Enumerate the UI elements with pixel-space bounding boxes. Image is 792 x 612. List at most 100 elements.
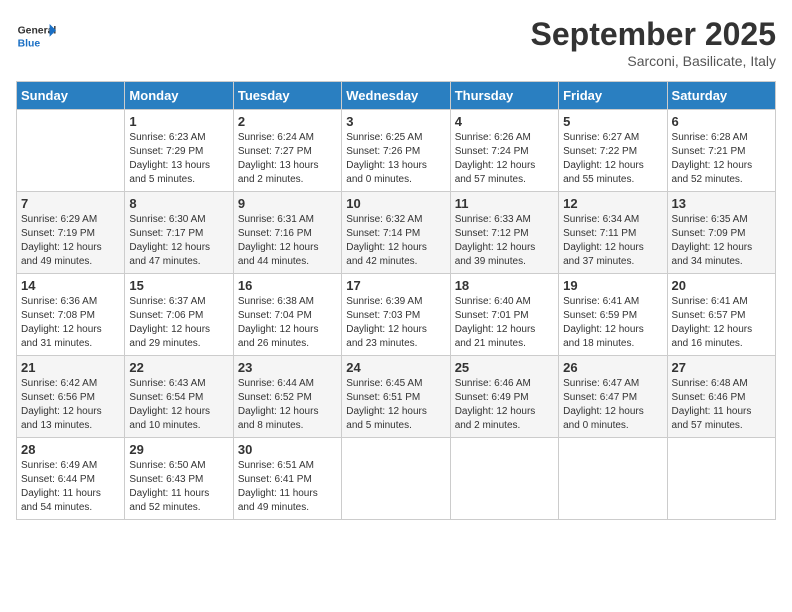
day-info: Sunrise: 6:39 AM Sunset: 7:03 PM Dayligh…: [346, 295, 445, 351]
calendar-cell: 28 Sunrise: 6:49 AM Sunset: 6:44 PM Dayli…: [17, 438, 125, 520]
day-info: Sunrise: 6:50 AM Sunset: 6:43 PM Dayligh…: [129, 459, 228, 515]
day-number: 19: [563, 278, 662, 293]
day-info: Sunrise: 6:37 AM Sunset: 7:06 PM Dayligh…: [129, 295, 228, 351]
calendar-cell: 19Sunrise: 6:41 AM Sunset: 6:59 PM Dayli…: [559, 274, 667, 356]
day-info: Sunrise: 6:45 AM Sunset: 6:51 PM Dayligh…: [346, 377, 445, 433]
day-number: 8: [129, 196, 228, 211]
day-info: Sunrise: 6:49 AM Sunset: 6:44 PM Dayligh…: [21, 459, 120, 515]
day-info: Sunrise: 6:33 AM Sunset: 7:12 PM Dayligh…: [455, 213, 554, 269]
calendar-cell: [559, 438, 667, 520]
day-info: Sunrise: 6:23 AM Sunset: 7:29 PM Dayligh…: [129, 131, 228, 187]
day-info: Sunrise: 6:28 AM Sunset: 7:21 PM Dayligh…: [672, 131, 771, 187]
day-number: 4: [455, 114, 554, 129]
logo-icon: General Blue: [16, 16, 56, 56]
day-info: Sunrise: 6:42 AM Sunset: 6:56 PM Dayligh…: [21, 377, 120, 433]
day-info: Sunrise: 6:29 AM Sunset: 7:19 PM Dayligh…: [21, 213, 120, 269]
calendar-week-row: 14 Sunrise: 6:36 AM Sunset: 7:08 PM Dayli…: [17, 274, 776, 356]
day-number: 22: [129, 360, 228, 375]
day-number: 3: [346, 114, 445, 129]
day-info: Sunrise: 6:25 AM Sunset: 7:26 PM Dayligh…: [346, 131, 445, 187]
day-info: Sunrise: 6:48 AM Sunset: 6:46 PM Dayligh…: [672, 377, 771, 433]
calendar-cell: 5 Sunrise: 6:27 AM Sunset: 7:22 PM Daylig…: [559, 110, 667, 192]
calendar-cell: 15 Sunrise: 6:37 AM Sunset: 7:06 PM Dayli…: [125, 274, 233, 356]
day-number: 15: [129, 278, 228, 293]
header: General Blue September 2025 Sarconi, Bas…: [16, 16, 776, 69]
calendar-cell: 12Sunrise: 6:34 AM Sunset: 7:11 PM Dayli…: [559, 192, 667, 274]
day-info: Sunrise: 6:27 AM Sunset: 7:22 PM Dayligh…: [563, 131, 662, 187]
day-number: 2: [238, 114, 337, 129]
calendar-cell: 7 Sunrise: 6:29 AM Sunset: 7:19 PM Daylig…: [17, 192, 125, 274]
calendar-cell: 23 Sunrise: 6:44 AM Sunset: 6:52 PM Dayli…: [233, 356, 341, 438]
day-info: Sunrise: 6:31 AM Sunset: 7:16 PM Dayligh…: [238, 213, 337, 269]
day-info: Sunrise: 6:32 AM Sunset: 7:14 PM Dayligh…: [346, 213, 445, 269]
day-info: Sunrise: 6:26 AM Sunset: 7:24 PM Dayligh…: [455, 131, 554, 187]
day-info: Sunrise: 6:47 AM Sunset: 6:47 PM Dayligh…: [563, 377, 662, 433]
calendar-cell: 2 Sunrise: 6:24 AM Sunset: 7:27 PM Daylig…: [233, 110, 341, 192]
calendar-cell: 4 Sunrise: 6:26 AM Sunset: 7:24 PM Daylig…: [450, 110, 558, 192]
day-number: 27: [672, 360, 771, 375]
calendar-cell: 21 Sunrise: 6:42 AM Sunset: 6:56 PM Dayli…: [17, 356, 125, 438]
day-number: 10: [346, 196, 445, 211]
day-number: 14: [21, 278, 120, 293]
day-number: 13: [672, 196, 771, 211]
day-info: Sunrise: 6:43 AM Sunset: 6:54 PM Dayligh…: [129, 377, 228, 433]
svg-text:Blue: Blue: [18, 38, 41, 49]
calendar-cell: 30 Sunrise: 6:51 AM Sunset: 6:41 PM Dayli…: [233, 438, 341, 520]
calendar-cell: 3 Sunrise: 6:25 AM Sunset: 7:26 PM Daylig…: [342, 110, 450, 192]
day-number: 5: [563, 114, 662, 129]
calendar-header-row: SundayMondayTuesdayWednesdayThursdayFrid…: [17, 82, 776, 110]
day-info: Sunrise: 6:36 AM Sunset: 7:08 PM Dayligh…: [21, 295, 120, 351]
calendar-cell: 22 Sunrise: 6:43 AM Sunset: 6:54 PM Dayli…: [125, 356, 233, 438]
day-number: 1: [129, 114, 228, 129]
day-number: 16: [238, 278, 337, 293]
calendar-cell: 11 Sunrise: 6:33 AM Sunset: 7:12 PM Dayli…: [450, 192, 558, 274]
calendar-cell: 8Sunrise: 6:30 AM Sunset: 7:17 PM Daylig…: [125, 192, 233, 274]
calendar-cell: 16Sunrise: 6:38 AM Sunset: 7:04 PM Dayli…: [233, 274, 341, 356]
day-number: 20: [672, 278, 771, 293]
day-number: 12: [563, 196, 662, 211]
day-number: 25: [455, 360, 554, 375]
calendar-cell: [667, 438, 775, 520]
day-number: 28: [21, 442, 120, 457]
col-header-wednesday: Wednesday: [342, 82, 450, 110]
calendar-cell: [17, 110, 125, 192]
calendar-week-row: 28 Sunrise: 6:49 AM Sunset: 6:44 PM Dayli…: [17, 438, 776, 520]
calendar-cell: 17 Sunrise: 6:39 AM Sunset: 7:03 PM Dayli…: [342, 274, 450, 356]
calendar-week-row: 1 Sunrise: 6:23 AM Sunset: 7:29 PM Daylig…: [17, 110, 776, 192]
col-header-thursday: Thursday: [450, 82, 558, 110]
calendar-cell: 27 Sunrise: 6:48 AM Sunset: 6:46 PM Dayli…: [667, 356, 775, 438]
col-header-tuesday: Tuesday: [233, 82, 341, 110]
calendar-cell: 18Sunrise: 6:40 AM Sunset: 7:01 PM Dayli…: [450, 274, 558, 356]
day-number: 24: [346, 360, 445, 375]
day-info: Sunrise: 6:40 AM Sunset: 7:01 PM Dayligh…: [455, 295, 554, 351]
day-info: Sunrise: 6:51 AM Sunset: 6:41 PM Dayligh…: [238, 459, 337, 515]
title-block: September 2025 Sarconi, Basilicate, Ital…: [531, 16, 776, 69]
month-title: September 2025: [531, 16, 776, 53]
calendar-week-row: 7 Sunrise: 6:29 AM Sunset: 7:19 PM Daylig…: [17, 192, 776, 274]
day-info: Sunrise: 6:35 AM Sunset: 7:09 PM Dayligh…: [672, 213, 771, 269]
day-number: 6: [672, 114, 771, 129]
day-info: Sunrise: 6:44 AM Sunset: 6:52 PM Dayligh…: [238, 377, 337, 433]
calendar-week-row: 21 Sunrise: 6:42 AM Sunset: 6:56 PM Dayli…: [17, 356, 776, 438]
day-number: 11: [455, 196, 554, 211]
day-number: 23: [238, 360, 337, 375]
calendar-cell: 26 Sunrise: 6:47 AM Sunset: 6:47 PM Dayli…: [559, 356, 667, 438]
calendar-table: SundayMondayTuesdayWednesdayThursdayFrid…: [16, 81, 776, 520]
calendar-cell: 25 Sunrise: 6:46 AM Sunset: 6:49 PM Dayli…: [450, 356, 558, 438]
calendar-cell: 24 Sunrise: 6:45 AM Sunset: 6:51 PM Dayli…: [342, 356, 450, 438]
day-number: 29: [129, 442, 228, 457]
col-header-sunday: Sunday: [17, 82, 125, 110]
day-number: 21: [21, 360, 120, 375]
calendar-cell: 20Sunrise: 6:41 AM Sunset: 6:57 PM Dayli…: [667, 274, 775, 356]
day-number: 7: [21, 196, 120, 211]
day-number: 17: [346, 278, 445, 293]
day-number: 26: [563, 360, 662, 375]
day-info: Sunrise: 6:46 AM Sunset: 6:49 PM Dayligh…: [455, 377, 554, 433]
calendar-cell: 6 Sunrise: 6:28 AM Sunset: 7:21 PM Daylig…: [667, 110, 775, 192]
calendar-cell: 13 Sunrise: 6:35 AM Sunset: 7:09 PM Dayli…: [667, 192, 775, 274]
calendar-cell: 29 Sunrise: 6:50 AM Sunset: 6:43 PM Dayli…: [125, 438, 233, 520]
calendar-cell: 9Sunrise: 6:31 AM Sunset: 7:16 PM Daylig…: [233, 192, 341, 274]
calendar-cell: 1 Sunrise: 6:23 AM Sunset: 7:29 PM Daylig…: [125, 110, 233, 192]
day-number: 30: [238, 442, 337, 457]
day-info: Sunrise: 6:24 AM Sunset: 7:27 PM Dayligh…: [238, 131, 337, 187]
